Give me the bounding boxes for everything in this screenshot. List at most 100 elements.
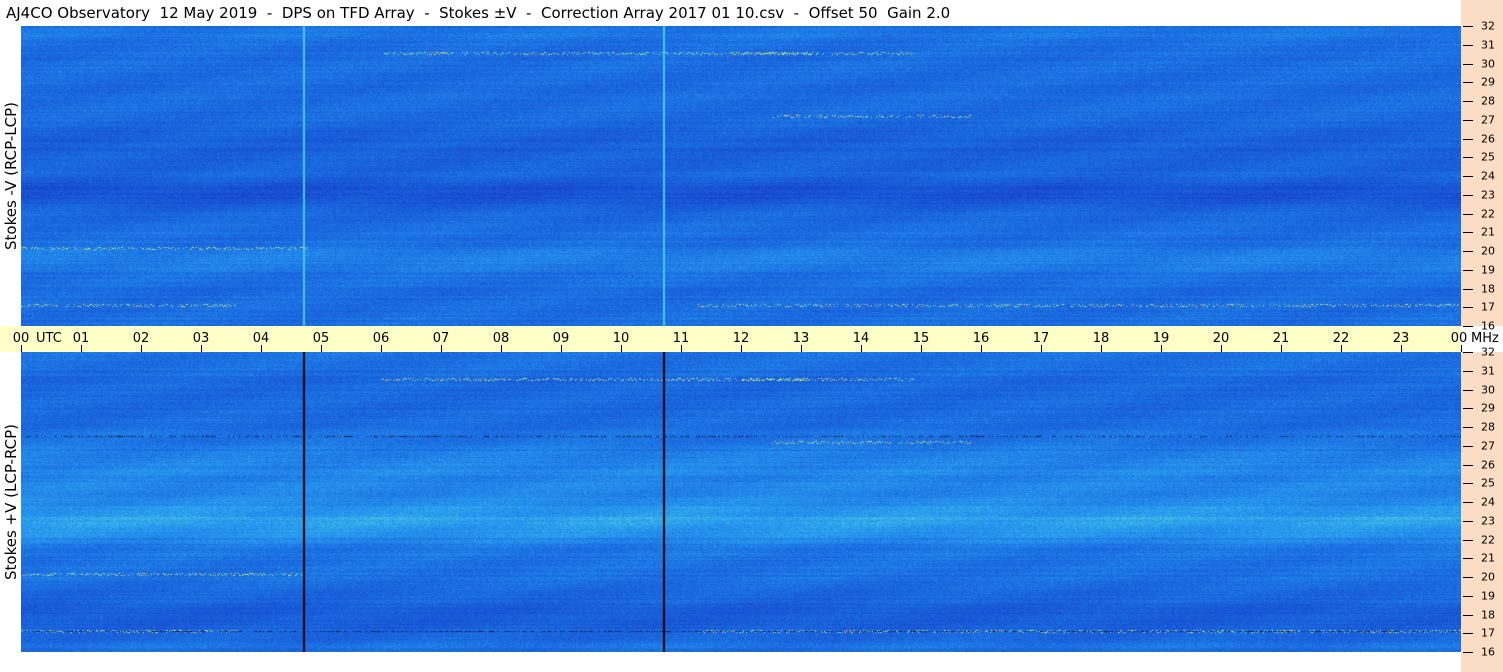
time-tick-label: 12 bbox=[732, 331, 750, 346]
frequency-tick-mark bbox=[1463, 26, 1473, 27]
frequency-tick-label: 19 bbox=[1481, 589, 1495, 603]
frequency-tick-mark bbox=[1463, 213, 1473, 215]
time-tick-mark bbox=[81, 345, 82, 352]
time-tick-label: 06 bbox=[372, 331, 390, 346]
frequency-tick-mark bbox=[1463, 119, 1473, 121]
frequency-tick-mark bbox=[1463, 633, 1473, 635]
time-tick-mark bbox=[201, 345, 202, 352]
frequency-tick-label: 30 bbox=[1481, 383, 1495, 396]
frequency-tick-mark bbox=[1463, 558, 1473, 560]
frequency-tick-mark bbox=[1463, 464, 1473, 466]
frequency-tick-label: 20 bbox=[1481, 244, 1495, 258]
frequency-tick-label: 20 bbox=[1481, 570, 1495, 584]
frequency-tick-label: 27 bbox=[1481, 113, 1495, 127]
time-tick-mark bbox=[1461, 345, 1462, 352]
time-tick-mark bbox=[801, 345, 802, 352]
time-tick-mark bbox=[381, 345, 382, 352]
time-tick-mark bbox=[621, 345, 622, 352]
time-tick-mark bbox=[21, 345, 22, 352]
frequency-tick-mark bbox=[1463, 370, 1473, 372]
time-tick-label: 14 bbox=[852, 331, 870, 346]
mhz-unit-label: MHz bbox=[1471, 331, 1499, 346]
time-tick-label: 19 bbox=[1152, 331, 1170, 346]
frequency-tick-label: 26 bbox=[1481, 458, 1495, 471]
time-tick-mark bbox=[441, 345, 442, 352]
utc-unit-label: UTC bbox=[36, 331, 62, 346]
time-tick-label: 22 bbox=[1332, 331, 1350, 346]
frequency-tick-label: 32 bbox=[1481, 345, 1495, 359]
frequency-tick-label: 30 bbox=[1481, 57, 1495, 70]
frequency-tick-label: 24 bbox=[1481, 495, 1495, 509]
title-bar: AJ4CO Observatory 12 May 2019 - DPS on T… bbox=[0, 0, 1461, 26]
time-tick-mark bbox=[1401, 345, 1402, 352]
time-tick-mark bbox=[321, 345, 322, 352]
time-tick-mark bbox=[1161, 345, 1162, 352]
frequency-tick-mark bbox=[1463, 269, 1473, 271]
frequency-tick-label: 18 bbox=[1481, 608, 1495, 621]
time-tick-mark bbox=[921, 345, 922, 352]
frequency-tick-label: 28 bbox=[1481, 420, 1495, 434]
frequency-tick-mark bbox=[1463, 483, 1473, 485]
time-tick-label: 00 bbox=[12, 331, 30, 346]
time-tick-label: 05 bbox=[312, 331, 330, 346]
frequency-tick-mark bbox=[1463, 288, 1473, 290]
time-tick-label: 18 bbox=[1092, 331, 1110, 346]
time-tick-label: 10 bbox=[612, 331, 630, 346]
time-tick-mark bbox=[1101, 345, 1102, 352]
frequency-tick-label: 29 bbox=[1481, 401, 1495, 415]
time-tick-mark bbox=[1041, 345, 1042, 352]
frequency-tick-label: 22 bbox=[1481, 207, 1495, 220]
frequency-tick-mark bbox=[1463, 44, 1473, 46]
frequency-tick-mark bbox=[1463, 520, 1473, 522]
frequency-tick-label: 25 bbox=[1481, 150, 1495, 164]
frequency-tick-mark bbox=[1463, 251, 1473, 252]
frequency-tick-label: 31 bbox=[1481, 364, 1495, 378]
frequency-tick-mark bbox=[1463, 408, 1473, 410]
frequency-tick-label: 18 bbox=[1481, 282, 1495, 295]
chart-title: AJ4CO Observatory 12 May 2019 - DPS on T… bbox=[6, 4, 951, 22]
time-tick-mark bbox=[681, 345, 682, 352]
frequency-tick-mark bbox=[1463, 502, 1473, 503]
time-tick-label: 16 bbox=[972, 331, 990, 346]
time-tick-label: 00 bbox=[1450, 331, 1468, 346]
frequency-tick-mark bbox=[1463, 326, 1473, 327]
time-tick-label: 17 bbox=[1032, 331, 1050, 346]
time-tick-mark bbox=[1221, 345, 1222, 352]
time-tick-mark bbox=[261, 345, 262, 352]
frequency-tick-label: 31 bbox=[1481, 38, 1495, 52]
frequency-tick-mark bbox=[1463, 82, 1473, 84]
y-axis-label-bottom: Stokes +V (LCP-RCP) bbox=[2, 424, 20, 580]
frequency-tick-mark bbox=[1463, 539, 1473, 541]
frequency-tick-label: 28 bbox=[1481, 94, 1495, 108]
time-tick-mark bbox=[861, 345, 862, 352]
frequency-tick-label: 32 bbox=[1481, 19, 1495, 33]
time-tick-mark bbox=[1281, 345, 1282, 352]
frequency-tick-mark bbox=[1463, 232, 1473, 234]
frequency-tick-label: 27 bbox=[1481, 439, 1495, 453]
frequency-tick-mark bbox=[1463, 194, 1473, 196]
time-tick-label: 03 bbox=[192, 331, 210, 346]
time-tick-label: 02 bbox=[132, 331, 150, 346]
time-tick-mark bbox=[501, 345, 502, 352]
time-tick-mark bbox=[981, 345, 982, 352]
frequency-tick-mark bbox=[1463, 652, 1473, 653]
frequency-tick-mark bbox=[1463, 101, 1473, 102]
time-axis bbox=[0, 326, 1461, 352]
frequency-tick-label: 23 bbox=[1481, 188, 1495, 202]
frequency-tick-label: 26 bbox=[1481, 132, 1495, 145]
time-tick-label: 21 bbox=[1272, 331, 1290, 346]
frequency-tick-mark bbox=[1463, 176, 1473, 177]
spectrogram-bottom bbox=[21, 352, 1461, 652]
frequency-tick-mark bbox=[1463, 307, 1473, 309]
time-tick-label: 23 bbox=[1392, 331, 1410, 346]
time-tick-label: 13 bbox=[792, 331, 810, 346]
time-tick-label: 11 bbox=[672, 331, 690, 346]
frequency-scale-bottom bbox=[1461, 352, 1503, 672]
frequency-tick-mark bbox=[1463, 352, 1473, 353]
time-tick-mark bbox=[141, 345, 142, 352]
frequency-tick-mark bbox=[1463, 595, 1473, 597]
y-axis-label-top: Stokes -V (RCP-LCP) bbox=[2, 102, 20, 250]
frequency-tick-label: 29 bbox=[1481, 75, 1495, 89]
frequency-tick-label: 21 bbox=[1481, 225, 1495, 239]
time-tick-label: 07 bbox=[432, 331, 450, 346]
